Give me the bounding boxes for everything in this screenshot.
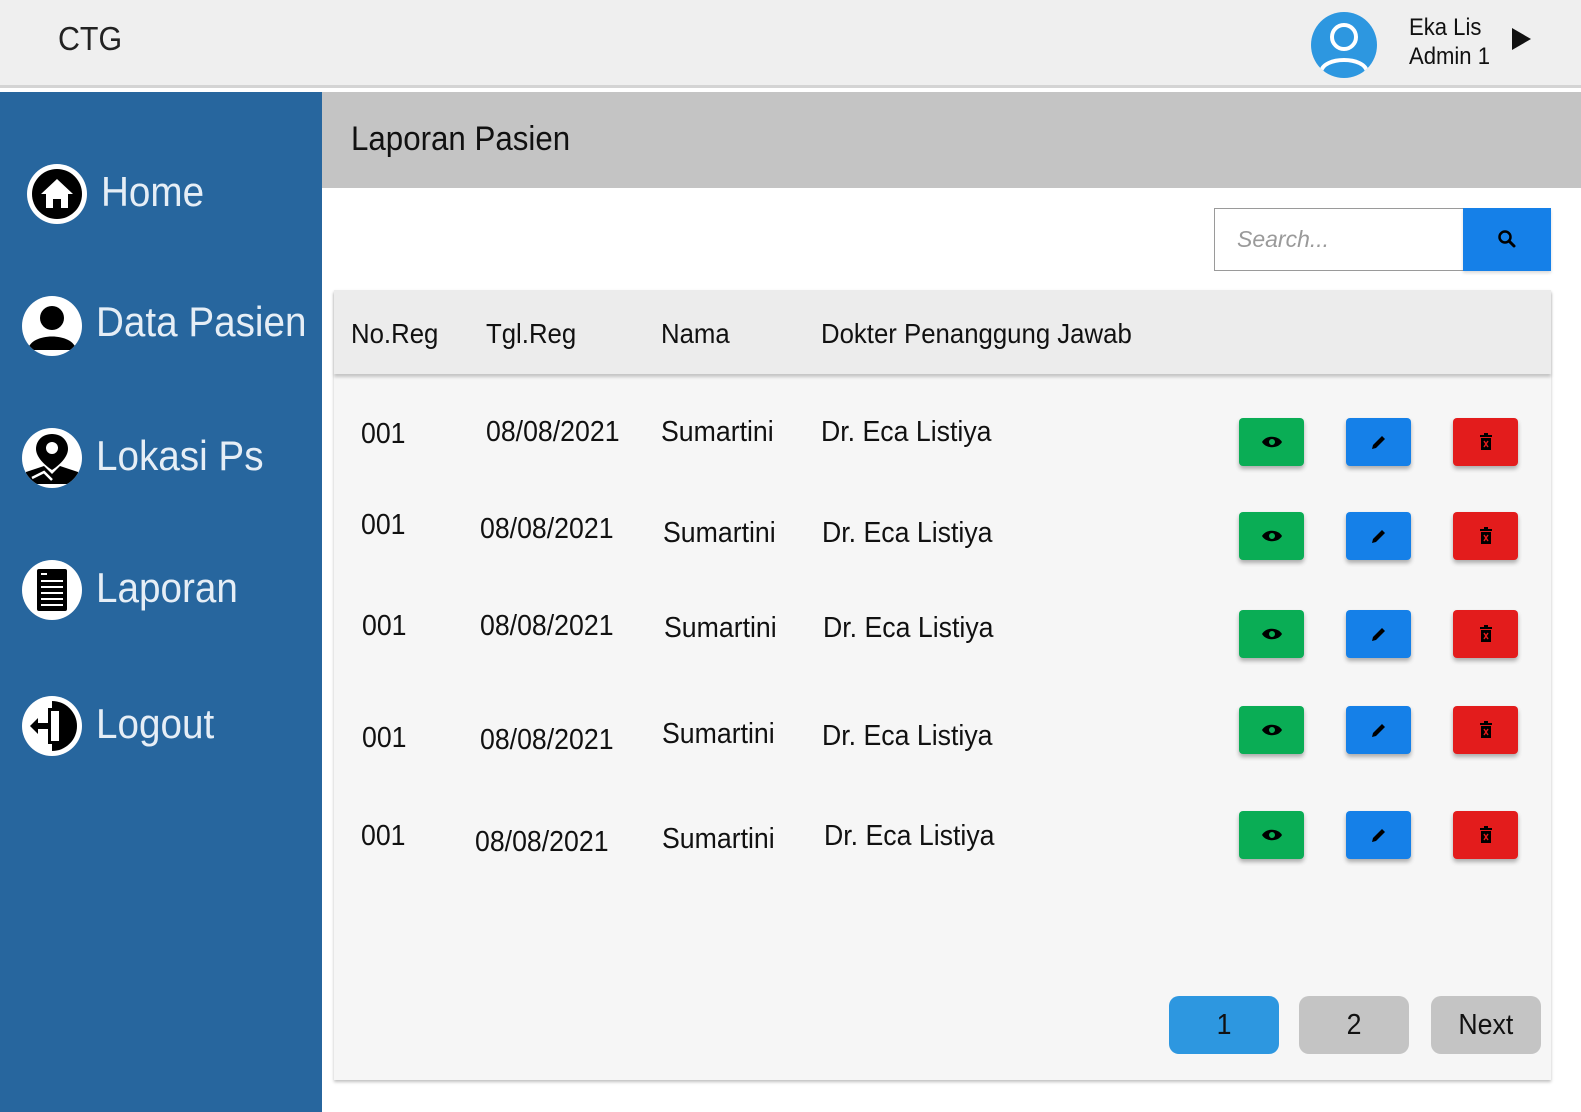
cell-dokter: Dr. Eca Listiya	[822, 720, 993, 752]
cell-tgl-reg: 08/08/2021	[475, 826, 609, 858]
page-number: 2	[1346, 1008, 1362, 1041]
sidebar-item-lokasi-ps[interactable]: Lokasi Ps	[0, 418, 322, 498]
app-brand: CTG	[58, 20, 123, 57]
eye-icon	[1261, 530, 1282, 542]
pencil-icon	[1371, 530, 1385, 543]
cell-dokter: Dr. Eca Listiya	[823, 612, 994, 644]
eye-icon	[1261, 724, 1282, 736]
user-name: Eka Lis	[1409, 14, 1482, 41]
cell-nama: Sumartini	[662, 718, 775, 750]
cell-tgl-reg: 08/08/2021	[486, 416, 620, 448]
home-icon	[27, 164, 87, 224]
cell-no-reg: 001	[361, 820, 406, 852]
user-role: Admin 1	[1409, 43, 1491, 70]
page-number: 1	[1216, 1008, 1232, 1041]
view-button[interactable]	[1239, 706, 1304, 754]
delete-button[interactable]	[1453, 706, 1518, 754]
column-header-dokter: Dokter Penanggung Jawab	[821, 318, 1132, 349]
eye-icon	[1261, 436, 1282, 448]
edit-button[interactable]	[1346, 706, 1411, 754]
cell-tgl-reg: 08/08/2021	[480, 610, 614, 642]
column-header-nama: Nama	[661, 318, 730, 349]
logout-icon	[22, 696, 82, 756]
sidebar-item-home[interactable]: Home	[0, 154, 322, 234]
search-button[interactable]	[1463, 208, 1551, 271]
page-header: Laporan Pasien	[322, 92, 1581, 188]
trash-icon	[1479, 433, 1492, 450]
eye-icon	[1261, 829, 1282, 841]
sidebar-item-data-pasien[interactable]: Data Pasien	[0, 284, 322, 364]
document-icon	[22, 560, 82, 620]
cell-nama: Sumartini	[663, 517, 776, 549]
view-button[interactable]	[1239, 418, 1304, 466]
cell-no-reg: 001	[362, 610, 407, 642]
search-input[interactable]	[1214, 208, 1464, 271]
trash-icon	[1479, 527, 1492, 544]
next-page-button[interactable]: Next	[1431, 996, 1541, 1054]
edit-button[interactable]	[1346, 512, 1411, 560]
cell-no-reg: 001	[361, 418, 406, 450]
sidebar-item-label: Data Pasien	[96, 298, 307, 345]
user-icon	[22, 296, 82, 356]
pencil-icon	[1371, 724, 1385, 737]
sidebar-item-logout[interactable]: Logout	[0, 686, 322, 766]
edit-button[interactable]	[1346, 610, 1411, 658]
trash-icon	[1479, 721, 1492, 738]
sidebar-item-label: Laporan	[96, 564, 238, 611]
top-bar: CTG Eka Lis Admin 1	[0, 0, 1581, 88]
sidebar-item-label: Lokasi Ps	[96, 432, 264, 479]
cell-nama: Sumartini	[662, 823, 775, 855]
view-button[interactable]	[1239, 610, 1304, 658]
cell-no-reg: 001	[362, 722, 407, 754]
view-button[interactable]	[1239, 512, 1304, 560]
sidebar-item-laporan[interactable]: Laporan	[0, 550, 322, 630]
cell-nama: Sumartini	[664, 612, 777, 644]
trash-icon	[1479, 826, 1492, 843]
sidebar-item-label: Home	[101, 168, 205, 215]
cell-nama: Sumartini	[661, 416, 774, 448]
delete-button[interactable]	[1453, 610, 1518, 658]
pencil-icon	[1371, 436, 1385, 449]
pencil-icon	[1371, 628, 1385, 641]
location-map-icon	[22, 428, 82, 488]
eye-icon	[1261, 628, 1282, 640]
page-title: Laporan Pasien	[351, 120, 571, 158]
edit-button[interactable]	[1346, 418, 1411, 466]
cell-no-reg: 001	[361, 509, 406, 541]
user-menu-arrow-icon[interactable]	[1512, 28, 1531, 50]
view-button[interactable]	[1239, 811, 1304, 859]
trash-icon	[1479, 625, 1492, 642]
edit-button[interactable]	[1346, 811, 1411, 859]
column-header-no-reg: No.Reg	[351, 318, 439, 349]
pencil-icon	[1371, 829, 1385, 842]
cell-dokter: Dr. Eca Listiya	[822, 517, 993, 549]
column-header-tgl-reg: Tgl.Reg	[486, 318, 577, 349]
cell-tgl-reg: 08/08/2021	[480, 724, 614, 756]
patient-table: No.Reg Tgl.Reg Nama Dokter Penanggung Ja…	[334, 290, 1551, 1080]
cell-dokter: Dr. Eca Listiya	[824, 820, 995, 852]
user-avatar-icon[interactable]	[1311, 12, 1377, 78]
page-1-button[interactable]: 1	[1169, 996, 1279, 1054]
sidebar-item-label: Logout	[96, 700, 215, 747]
cell-dokter: Dr. Eca Listiya	[821, 416, 992, 448]
delete-button[interactable]	[1453, 811, 1518, 859]
delete-button[interactable]	[1453, 512, 1518, 560]
search-icon	[1498, 230, 1516, 248]
next-label: Next	[1458, 1008, 1514, 1041]
cell-tgl-reg: 08/08/2021	[480, 513, 614, 545]
table-header: No.Reg Tgl.Reg Nama Dokter Penanggung Ja…	[334, 290, 1551, 374]
page-2-button[interactable]: 2	[1299, 996, 1409, 1054]
sidebar: Home Data Pasien Lokasi Ps Laporan Logou…	[0, 92, 322, 1112]
delete-button[interactable]	[1453, 418, 1518, 466]
